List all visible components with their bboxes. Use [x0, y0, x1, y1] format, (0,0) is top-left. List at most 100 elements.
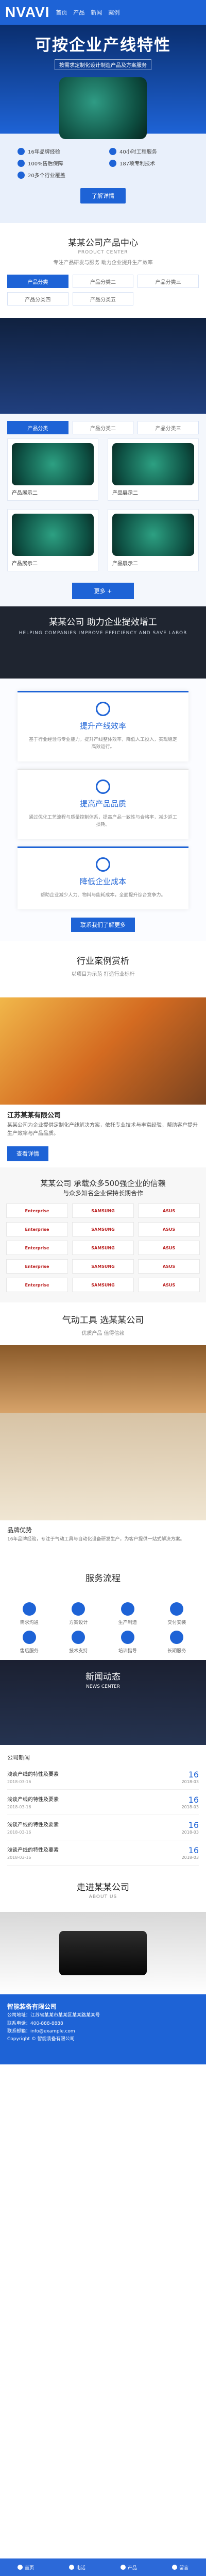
tab-category-1[interactable]: 产品分类 [7, 275, 68, 288]
partner-logo-grid: Enterprise SAMSUNG ASUS Enterprise SAMSU… [6, 1204, 200, 1293]
footer-address: 公司地址：江苏省某某市某某区某某路某某号 [7, 2013, 100, 2019]
bottom-nav-home[interactable]: 首页 [0, 2558, 52, 2576]
tab-category-1[interactable]: 产品分类 [7, 421, 68, 434]
step-icon [22, 1602, 36, 1616]
product-card[interactable]: 产品展示二 [108, 509, 199, 571]
feature-item: 100%售后保障 [18, 159, 97, 167]
brand-headline: 品牌优势 [7, 1527, 32, 1534]
nav-home[interactable]: 首页 [56, 8, 67, 16]
tab-category-4[interactable]: 产品分类四 [7, 292, 68, 306]
tab-category-3[interactable]: 产品分类三 [138, 275, 199, 288]
product-caption: 产品展示二 [112, 561, 138, 567]
news-item-day: 16 [188, 1794, 199, 1805]
check-icon [18, 171, 25, 179]
news-tag[interactable]: 公司新闻 [7, 1751, 199, 1765]
benefit-subtitle: HELPING COMPANIES IMPROVE EFFICIENCY AND… [19, 631, 187, 636]
product-card[interactable]: 产品展示二 [108, 438, 199, 501]
product-tabs: 产品分类 产品分类二 产品分类三 产品分类四 产品分类五 [7, 275, 199, 306]
hero-subtitle: 按需求定制化设计制造产品及方案服务 [55, 59, 151, 70]
news-item[interactable]: 浅谈产线的特性及要素 2018-03-16 16 2018-03 [7, 1790, 199, 1815]
product-image [112, 514, 194, 556]
brand-section: 气动工具 选某某公司 优质产品 值得信赖 品牌优势 16年品牌经验，专注于气动工… [0, 1302, 206, 1558]
feature-item: 20多个行业覆盖 [18, 171, 97, 179]
benefit-card: 提升产线效率 基于行业经验与专业能力，提升产线整体效率，降低人工投入，实现稳定高… [18, 691, 188, 761]
process-title: 服务流程 [85, 1573, 121, 1584]
product-card[interactable]: 产品展示二 [7, 509, 98, 571]
case-description: 某某公司为企业提供定制化产线解决方案，依托专业技术与丰富经验，帮助客户提升生产效… [7, 1122, 198, 1137]
benefit-title: 某某公司 助力企业提效增工 [49, 617, 157, 628]
bottom-nav-phone[interactable]: 电话 [52, 2558, 103, 2576]
benefit-card-title: 提升产线效率 [79, 721, 126, 731]
partner-logo: Enterprise [6, 1222, 68, 1237]
news-item-month: 2018-03 [181, 1779, 199, 1784]
news-item[interactable]: 浅谈产线的特性及要素 2018-03-16 16 2018-03 [7, 1815, 199, 1840]
process-step: 需求沟通 [7, 1602, 52, 1625]
more-products-button[interactable]: 更多 + [72, 583, 134, 599]
brand-heading: 气动工具 选某某公司 优质产品 值得信赖 [0, 1313, 206, 1345]
benefit-banner: 某某公司 助力企业提效增工 HELPING COMPANIES IMPROVE … [0, 606, 206, 679]
step-icon [170, 1630, 184, 1644]
product-card[interactable]: 产品展示二 [7, 438, 98, 501]
tab-category-5[interactable]: 产品分类五 [72, 292, 134, 306]
footer-company: 智能装备有限公司 [7, 2003, 57, 2010]
news-item[interactable]: 浅谈产线的特性及要素 2018-03-16 16 2018-03 [7, 1840, 199, 1866]
about-image [0, 1911, 206, 1994]
partner-logo: Enterprise [6, 1204, 68, 1218]
about-title: 走进某某公司 [77, 1882, 129, 1893]
brand-image-2 [0, 1413, 206, 1521]
case-company: 江苏某某有限公司 [7, 1111, 61, 1120]
hero-section: 可按企业产线特性 按需求定制化设计制造产品及方案服务 16年品牌经验 40小时工… [0, 25, 206, 223]
feature-item: 187项专利技术 [109, 159, 188, 167]
feature-item: 40小时工程服务 [109, 147, 188, 155]
news-item[interactable]: 浅谈产线的特性及要素 2018-03-16 16 2018-03 [7, 1765, 199, 1790]
nav-products[interactable]: 产品 [73, 8, 84, 16]
news-item-month: 2018-03 [181, 1804, 199, 1809]
partners-subtitle: 与众多知名企业保持长期合作 [62, 1190, 143, 1197]
tab-category-2[interactable]: 产品分类二 [72, 275, 134, 288]
tab-category-2[interactable]: 产品分类二 [72, 421, 134, 434]
benefit-card-text: 通过优化工艺流程与质量控制体系，提高产品一致性与合格率，减少返工损耗。 [28, 815, 177, 828]
news-item-date: 2018-03-16 [7, 1829, 31, 1835]
benefit-card: 降低企业成本 帮助企业减少人力、物料与能耗成本，全面提升综合竞争力。 [18, 846, 188, 909]
home-icon [17, 2565, 23, 2570]
step-icon [121, 1602, 134, 1616]
partner-logo: SAMSUNG [72, 1278, 134, 1293]
partner-logo: ASUS [138, 1241, 200, 1256]
process-section: 服务流程 [0, 1558, 206, 1596]
tab-category-3[interactable]: 产品分类三 [138, 421, 199, 434]
step-icon [72, 1630, 85, 1644]
process-steps: 需求沟通 方案设计 生产制造 交付安装 售后服务 技术支持 培训指导 长期服务 [0, 1596, 206, 1660]
benefit-card-text: 帮助企业减少人力、物料与能耗成本，全面提升综合竞争力。 [40, 892, 166, 898]
case-details-button[interactable]: 查看详情 [7, 1146, 48, 1162]
partner-logo: ASUS [138, 1204, 200, 1218]
about-heading: 走进某某公司 ABOUT US [0, 1872, 206, 1912]
hero-cta-button[interactable]: 了解详情 [80, 188, 126, 204]
product-caption: 产品展示二 [12, 490, 38, 496]
bottom-nav-message[interactable]: 留言 [154, 2558, 206, 2576]
nav-cases[interactable]: 案例 [108, 8, 119, 16]
news-item-day: 16 [188, 1820, 199, 1830]
cases-subtitle: 以项目为示范 打造行业标杆 [71, 971, 135, 977]
product-banner [0, 318, 206, 414]
brand-image-1 [0, 1345, 206, 1414]
nav-news[interactable]: 新闻 [91, 8, 102, 16]
phone-icon [68, 2565, 74, 2570]
step-icon [72, 1602, 85, 1616]
product-caption: 产品展示二 [12, 561, 38, 567]
process-step: 交付安装 [155, 1602, 199, 1625]
partner-logo: Enterprise [6, 1241, 68, 1256]
section-description: 专注产品研发与服务 助力企业提升生产效率 [53, 260, 153, 266]
news-item-date: 2018-03-16 [7, 1779, 31, 1784]
check-icon [109, 159, 116, 167]
contact-us-button[interactable]: 联系我们了解更多 [71, 917, 135, 932]
cases-section: 行业案例赏析 以项目为示范 打造行业标杆 [0, 941, 206, 991]
news-item-title: 浅谈产线的特性及要素 [7, 1822, 59, 1828]
bottom-nav-products[interactable]: 产品 [103, 2558, 154, 2576]
process-step: 长期服务 [155, 1630, 199, 1654]
site-logo[interactable]: NVAVI [5, 4, 49, 21]
hero-title: 可按企业产线特性 [35, 36, 171, 55]
brand-title: 气动工具 选某某公司 [62, 1315, 144, 1326]
top-bar: NVAVI 首页 产品 新闻 案例 [0, 0, 206, 25]
news-item-month: 2018-03 [181, 1855, 199, 1860]
partner-logo: SAMSUNG [72, 1241, 134, 1256]
